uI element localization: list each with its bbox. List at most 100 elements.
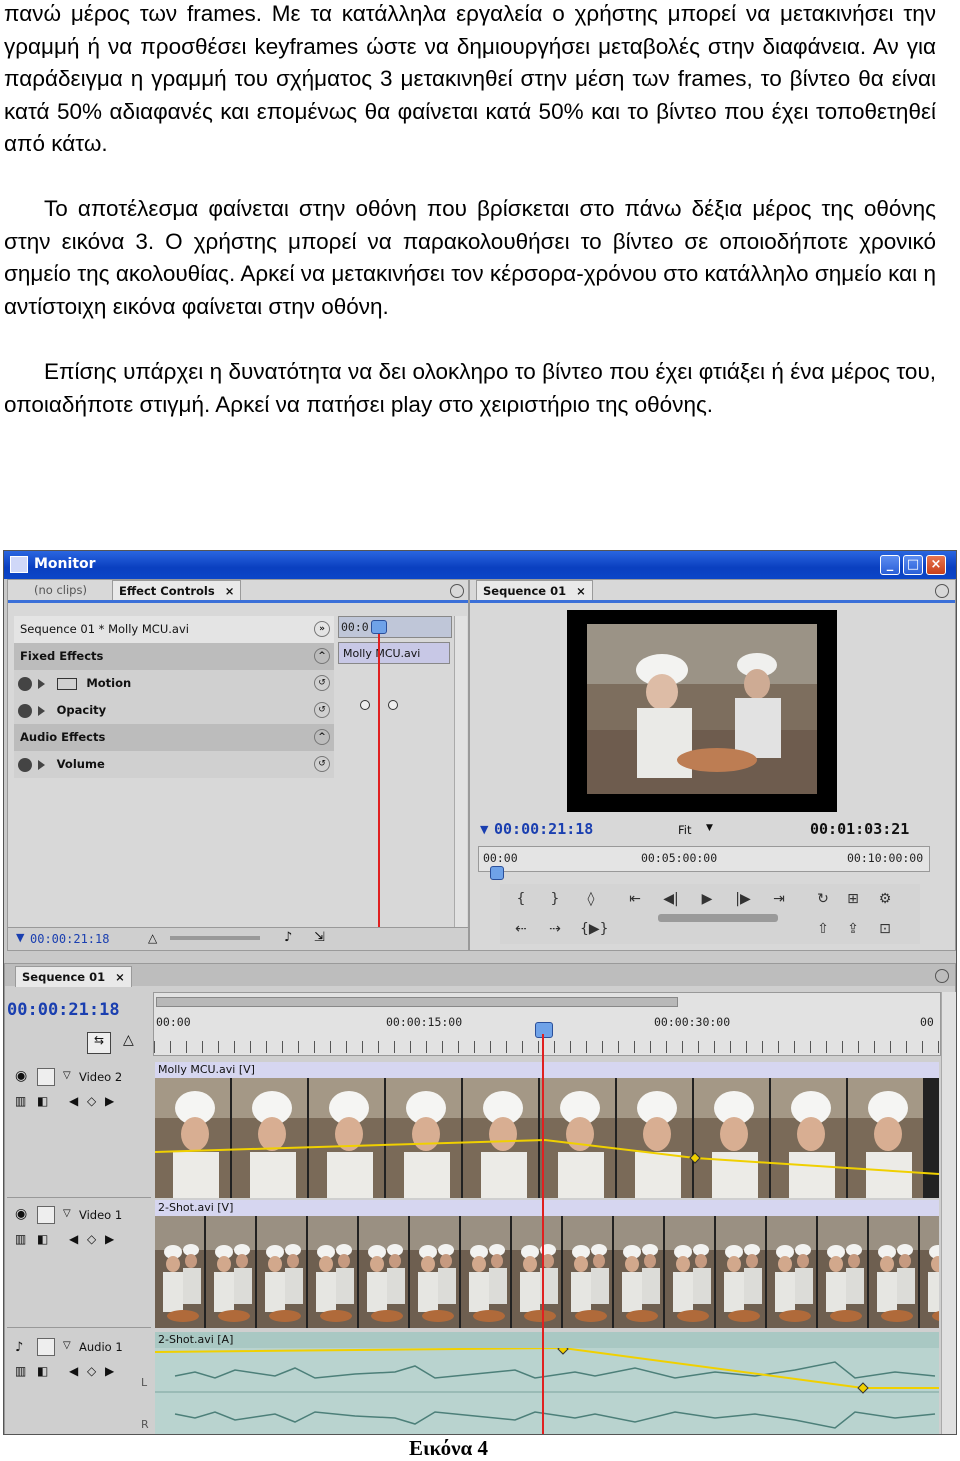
expand-icon[interactable] xyxy=(38,759,45,770)
extract-icon[interactable]: ⇪ xyxy=(842,918,864,940)
zoom-bar[interactable] xyxy=(156,997,678,1007)
expand-icon[interactable] xyxy=(38,705,45,716)
keyframe-toggle-icon[interactable]: ◧ xyxy=(37,1364,48,1378)
close-tab-icon[interactable]: × xyxy=(576,584,586,598)
zoom-slider[interactable] xyxy=(170,936,260,940)
output-icon[interactable]: ⚙ xyxy=(874,888,896,910)
tab-sequence-01[interactable]: Sequence 01 × xyxy=(476,580,593,601)
close-tab-icon[interactable]: × xyxy=(225,584,235,598)
marker-icon[interactable]: ◊ xyxy=(580,888,602,910)
minimize-icon[interactable]: _ xyxy=(880,555,900,575)
collapse-track-icon[interactable]: ▽ xyxy=(63,1208,71,1219)
eye-icon[interactable]: ◉ xyxy=(15,1068,27,1084)
fx-toggle-icon[interactable] xyxy=(18,676,32,691)
reset-icon[interactable]: ↺ xyxy=(314,756,330,772)
keyframe-toggle-icon[interactable]: ◧ xyxy=(37,1094,48,1108)
play-in-out-icon[interactable]: {▶} xyxy=(580,918,609,940)
lock-icon[interactable] xyxy=(37,1068,55,1086)
program-playhead-handle[interactable] xyxy=(490,866,504,880)
eye-icon[interactable]: ◉ xyxy=(15,1206,27,1222)
go-to-in-icon[interactable]: ⇤ xyxy=(624,888,646,910)
keyframe-icon[interactable] xyxy=(360,700,370,710)
collapse-icon[interactable]: ^ xyxy=(314,729,330,745)
add-keyframe-icon[interactable]: ◇ xyxy=(87,1364,96,1378)
ec-scrollbar[interactable] xyxy=(454,616,467,942)
prev-keyframe-icon[interactable]: ◀ xyxy=(69,1364,78,1378)
close-icon[interactable]: × xyxy=(926,555,946,575)
program-ruler[interactable]: 00:00 00:05:00:00 00:10:00:00 xyxy=(478,846,930,872)
shuttle-slider[interactable] xyxy=(658,914,778,922)
set-in-icon[interactable]: { xyxy=(510,888,532,910)
go-to-next-edit-icon[interactable]: ⇢ xyxy=(544,918,566,940)
keyframe-toggle-icon[interactable]: ◧ xyxy=(37,1232,48,1246)
video-1-thumbnails xyxy=(155,1216,939,1328)
ec-timeline-ruler[interactable]: 00:0 xyxy=(338,616,452,638)
expand-icon[interactable] xyxy=(38,678,45,689)
clip-audio-1[interactable]: 2-Shot.avi [A] xyxy=(155,1332,939,1434)
footer-triangle-icon[interactable]: ▼ xyxy=(16,931,24,944)
display-style-icon[interactable]: ▥ xyxy=(15,1364,26,1378)
close-tab-icon[interactable]: × xyxy=(115,970,125,984)
panel-menu-icon[interactable] xyxy=(935,584,949,598)
zoom-out-icon[interactable]: △ xyxy=(148,931,157,945)
go-to-prev-edit-icon[interactable]: ⇠ xyxy=(510,918,532,940)
set-out-icon[interactable]: } xyxy=(544,888,566,910)
fx-toggle-icon[interactable] xyxy=(18,757,32,772)
panel-menu-icon[interactable] xyxy=(935,969,949,983)
set-marker-icon[interactable]: △ xyxy=(123,1032,134,1048)
program-current-timecode[interactable]: 00:00:21:18 xyxy=(494,820,593,838)
ec-playhead[interactable] xyxy=(378,622,380,942)
clip-video-1[interactable]: 2-Shot.avi [V] xyxy=(155,1200,939,1328)
display-style-icon[interactable]: ▥ xyxy=(15,1094,26,1108)
timeline-panel: Sequence 01 × 00:00:21:18 ⇆ △ 00:00 00:00… xyxy=(4,963,956,1434)
tab-effect-controls[interactable]: Effect Controls × xyxy=(112,580,242,601)
lift-icon[interactable]: ⇧ xyxy=(812,918,834,940)
collapse-icon[interactable]: ^ xyxy=(314,648,330,664)
next-keyframe-icon[interactable]: ▶ xyxy=(105,1094,114,1108)
safe-margins-icon[interactable]: ⊞ xyxy=(842,888,864,910)
loop-icon[interactable]: ↻ xyxy=(812,888,834,910)
add-keyframe-icon[interactable]: ◇ xyxy=(87,1232,96,1246)
fit-dropdown[interactable]: Fit xyxy=(678,823,691,837)
timeline-playhead[interactable] xyxy=(542,1034,544,1434)
panel-menu-icon[interactable] xyxy=(450,584,464,598)
program-triangle-icon[interactable]: ▼ xyxy=(480,823,488,836)
ec-playhead-handle[interactable] xyxy=(371,620,387,634)
timeline-scrollbar[interactable] xyxy=(941,992,956,1434)
speaker-icon[interactable]: ♪ xyxy=(15,1340,23,1355)
show-hide-timeline-icon[interactable]: » xyxy=(314,621,330,637)
prev-keyframe-icon[interactable]: ◀ xyxy=(69,1232,78,1246)
ec-footer-timecode[interactable]: 00:00:21:18 xyxy=(30,932,109,946)
reset-icon[interactable]: ↺ xyxy=(314,675,330,691)
lock-icon[interactable] xyxy=(37,1206,55,1224)
snap-icon[interactable]: ⇆ xyxy=(87,1032,111,1054)
prev-keyframe-icon[interactable]: ◀ xyxy=(69,1094,78,1108)
next-keyframe-icon[interactable]: ▶ xyxy=(105,1232,114,1246)
trim-icon[interactable]: ⊡ xyxy=(874,918,896,940)
add-keyframe-icon[interactable]: ◇ xyxy=(87,1094,96,1108)
ec-clip-bar[interactable]: Molly MCU.avi xyxy=(338,642,450,664)
export-icon[interactable]: ⇲ xyxy=(314,930,325,945)
fx-toggle-icon[interactable] xyxy=(18,703,32,718)
keyframe-icon[interactable] xyxy=(388,700,398,710)
collapse-track-icon[interactable]: ▽ xyxy=(63,1340,71,1351)
clip-video-2[interactable]: Molly MCU.avi [V] xyxy=(155,1062,939,1198)
maximize-icon[interactable]: □ xyxy=(903,555,923,575)
chevron-down-icon[interactable]: ▼ xyxy=(706,823,713,833)
step-back-icon[interactable]: ◀| xyxy=(660,888,682,910)
reset-icon[interactable]: ↺ xyxy=(314,702,330,718)
lock-icon[interactable] xyxy=(37,1338,55,1356)
collapse-track-icon[interactable]: ▽ xyxy=(63,1070,71,1081)
play-icon[interactable]: ▶ xyxy=(696,888,718,910)
ec-footer: ▼ 00:00:21:18 △ ♪ ⇲ xyxy=(8,927,468,950)
go-to-out-icon[interactable]: ⇥ xyxy=(768,888,790,910)
panel-focus-line xyxy=(470,600,955,603)
step-forward-icon[interactable]: |▶ xyxy=(732,888,754,910)
tab-timeline-sequence[interactable]: Sequence 01 × xyxy=(15,966,132,987)
next-keyframe-icon[interactable]: ▶ xyxy=(105,1364,114,1378)
timeline-current-timecode[interactable]: 00:00:21:18 xyxy=(7,1000,120,1020)
display-style-icon[interactable]: ▥ xyxy=(15,1232,26,1246)
timeline-playhead-handle[interactable] xyxy=(535,1022,553,1038)
speaker-icon[interactable]: ♪ xyxy=(284,930,292,945)
tab-no-clips[interactable]: (no clips) xyxy=(28,580,93,600)
